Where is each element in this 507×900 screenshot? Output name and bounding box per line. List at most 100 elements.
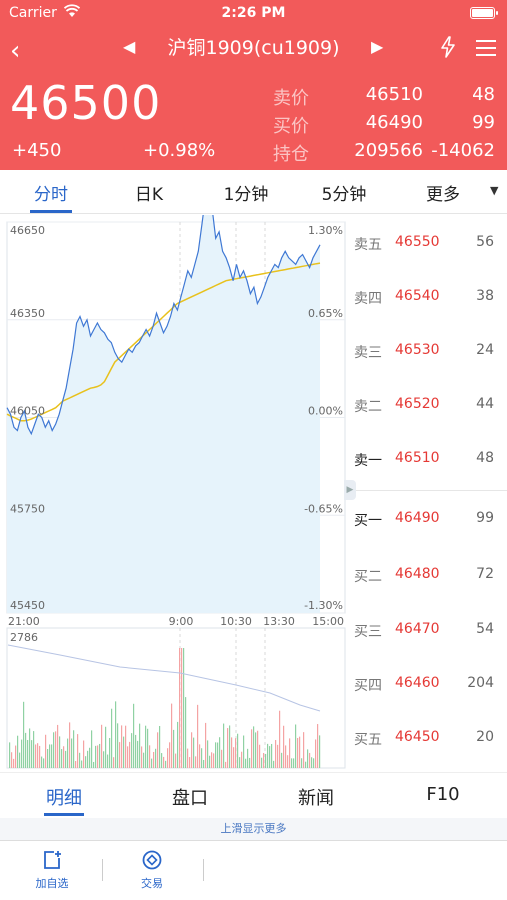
volume-bar: [67, 738, 69, 768]
volume-bar: [73, 730, 75, 768]
volume-bar: [201, 748, 203, 768]
volume-bar: [243, 735, 245, 768]
volume-bar: [93, 761, 95, 768]
volume-bar: [295, 724, 297, 768]
volume-bar: [209, 755, 211, 768]
volume-bar: [137, 740, 139, 768]
volume-bar: [53, 732, 55, 768]
volume-bar: [39, 745, 41, 768]
intraday-chart[interactable]: 46650 46350 46050 45750 45450 1.30% 0.65% 0.00%…: [0, 173, 347, 770]
volume-bar: [155, 748, 157, 768]
volume-bar: [87, 750, 89, 768]
trade-icon: [122, 849, 182, 871]
volume-bar: [301, 758, 303, 768]
lightning-icon[interactable]: [440, 36, 456, 63]
volume-bar: [285, 745, 287, 768]
tab-intraday[interactable]: 分时: [11, 180, 91, 205]
add-watchlist-icon: [22, 849, 82, 871]
tab-daily-k[interactable]: 日K: [109, 180, 189, 205]
volume-bar: [169, 742, 171, 768]
toolbar-divider: [203, 859, 204, 881]
order-book-price: 46480: [395, 566, 440, 582]
volume-bar: [55, 731, 57, 768]
volume-bar: [127, 746, 129, 768]
volume-bar: [133, 703, 135, 768]
price-change: +450: [12, 140, 62, 161]
volume-bar: [151, 758, 153, 768]
volume-bar: [219, 737, 221, 768]
order-book-price: 46520: [395, 396, 440, 412]
volume-bar: [259, 744, 261, 768]
x-axis-tick-label: 13:30: [263, 615, 295, 628]
volume-bar: [81, 760, 83, 768]
volume-bar: [61, 749, 63, 768]
volume-bar: [69, 722, 71, 768]
order-book-qty: 48: [476, 450, 494, 466]
volume-bar: [79, 752, 81, 768]
bid-row-2: 买二 46480 72: [347, 547, 507, 601]
volume-bar: [313, 758, 315, 768]
volume-bar: [129, 741, 131, 768]
volume-bar: [171, 703, 173, 768]
volume-bar: [247, 748, 249, 768]
tab-news[interactable]: 新闻: [266, 784, 366, 810]
tab-1-minute[interactable]: 1分钟: [206, 180, 286, 205]
tab-5-minute[interactable]: 5分钟: [304, 180, 384, 205]
y-axis-tick-label: 46350: [10, 307, 45, 320]
caret-down-icon[interactable]: ▼: [490, 184, 498, 197]
volume-bar: [203, 759, 205, 768]
order-book-qty: 72: [476, 566, 494, 582]
tab-details[interactable]: 明细: [14, 784, 114, 810]
volume-bar: [49, 744, 51, 768]
order-book-qty: 38: [476, 288, 494, 304]
volume-bar: [249, 757, 251, 768]
volume-bar: [29, 728, 31, 768]
next-contract-icon[interactable]: ▶: [371, 37, 383, 56]
volume-bar: [255, 732, 257, 768]
volume-bar: [157, 732, 159, 768]
volume-bar: [299, 736, 301, 768]
volume-bar: [11, 752, 13, 768]
volume-bar: [173, 729, 175, 768]
volume-bar: [77, 734, 79, 768]
volume-bar: [217, 742, 219, 768]
volume-bar: [125, 725, 127, 768]
bid-row-1: 买一 46490 99: [347, 491, 507, 545]
volume-bar: [37, 743, 39, 768]
volume-bar: [9, 742, 11, 768]
volume-bar: [105, 726, 107, 768]
volume-bar: [115, 701, 117, 768]
volume-bar: [195, 756, 197, 768]
volume-bar: [123, 736, 125, 768]
volume-bar: [199, 744, 201, 768]
trade-button[interactable]: 交易: [122, 849, 182, 891]
volume-bar: [145, 725, 147, 768]
volume-bar: [97, 745, 99, 768]
chart-tabs: 分时 日K 1分钟 5分钟 更多 ▼: [0, 170, 507, 214]
ask-row-3: 卖三 46530 24: [347, 323, 507, 377]
tab-more[interactable]: 更多: [403, 180, 483, 205]
tab-f10[interactable]: F10: [393, 784, 493, 805]
volume-bar: [231, 737, 233, 768]
volume-bar: [215, 742, 217, 768]
order-book-label: 买五: [354, 732, 382, 748]
detail-tabs: 明细 盘口 新闻 F10: [0, 772, 507, 818]
quote-header: Carrier 2:26 PM ‹ ◀ 沪铜1909(cu1909) ▶ 465…: [0, 0, 507, 170]
order-book-label: 卖五: [354, 237, 382, 253]
x-axis-tick-label: 21:00: [8, 615, 40, 628]
bid-qty: 99: [472, 112, 495, 133]
volume-bar: [187, 748, 189, 768]
swipe-up-hint[interactable]: 上滑显示更多: [0, 818, 507, 840]
order-book-label: 卖一: [354, 453, 382, 469]
volume-bar: [83, 740, 85, 768]
tab-order-panel[interactable]: 盘口: [140, 784, 240, 810]
volume-bar: [17, 735, 19, 768]
bid-price: 46490: [365, 112, 423, 133]
bottom-toolbar: 加自选 交易: [0, 840, 507, 900]
ask-price: 46510: [365, 84, 423, 105]
bid-row-5: 买五 46450 20: [347, 710, 507, 764]
volume-bar: [41, 756, 43, 768]
volume-bar: [309, 752, 311, 768]
add-watchlist-button[interactable]: 加自选: [22, 849, 82, 891]
menu-icon[interactable]: [476, 40, 496, 61]
